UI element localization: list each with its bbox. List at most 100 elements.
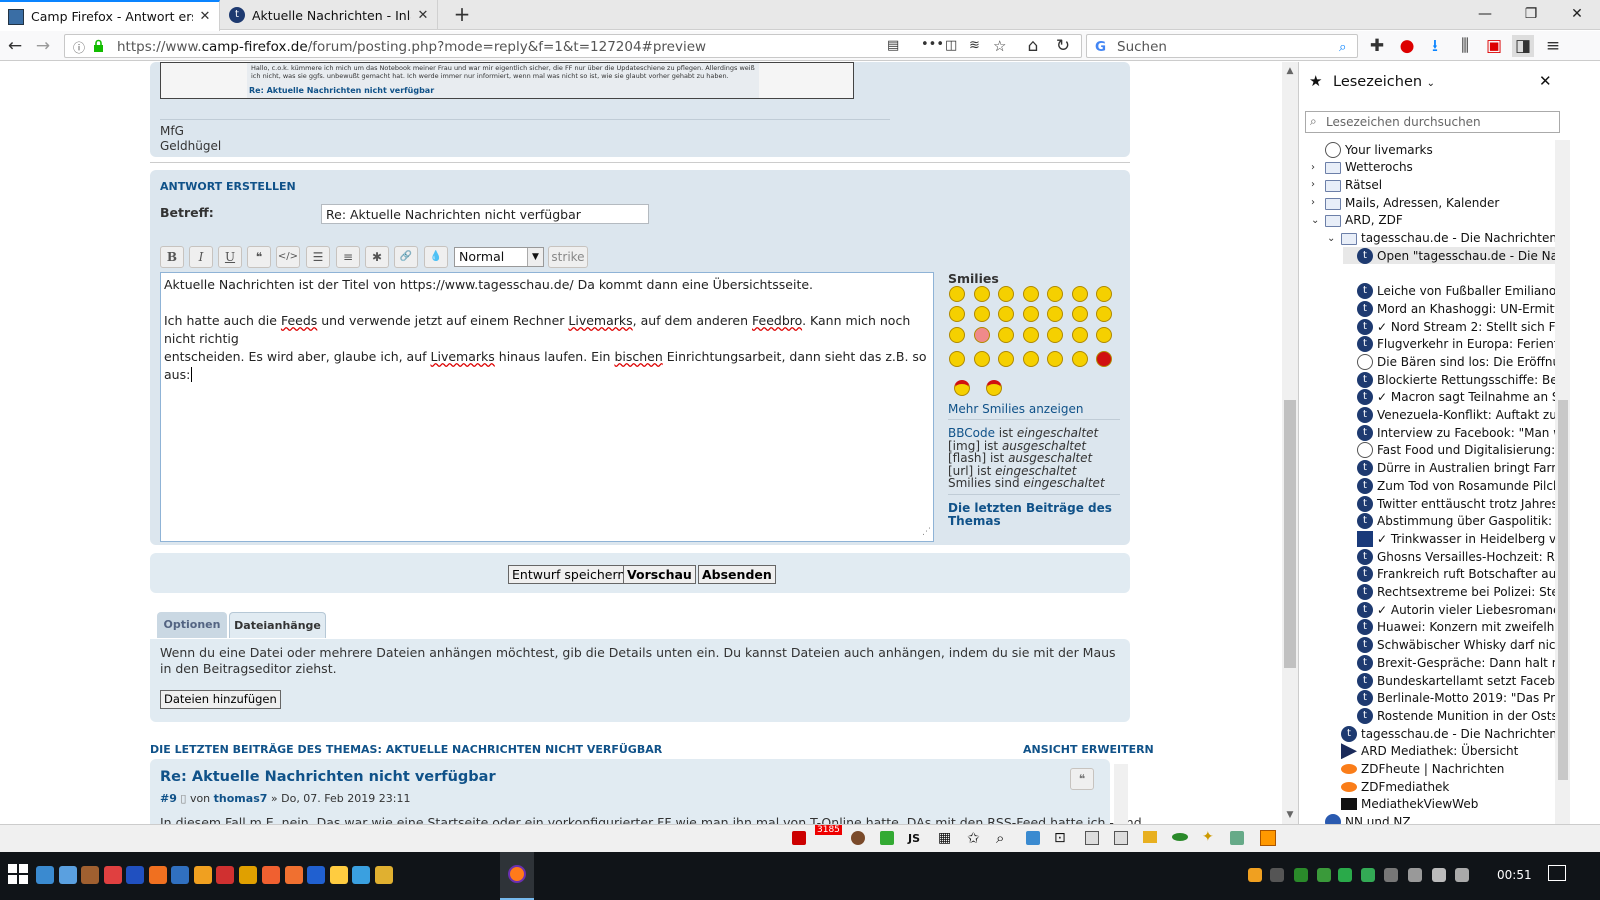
smiley-icon[interactable] — [1023, 306, 1039, 322]
taskbar-app-icon[interactable] — [36, 866, 54, 884]
bookmark-item[interactable]: t Mord an Khashoggi: UN-Ermittle — [1343, 300, 1570, 317]
underline-button[interactable]: U — [218, 246, 242, 268]
tab-options[interactable]: Optionen — [157, 612, 227, 638]
sync-icon[interactable] — [1026, 831, 1040, 845]
sidebar-title[interactable]: Lesezeichen ⌄ — [1333, 74, 1435, 90]
recent-post-title[interactable]: Re: Aktuelle Nachrichten nicht verfügbar — [160, 769, 496, 785]
text-icon[interactable] — [1114, 831, 1128, 845]
bookmark-item[interactable]: › Wetterochs — [1311, 159, 1413, 176]
minimize-button[interactable]: — — [1462, 0, 1508, 30]
expand-view-link[interactable]: ANSICHT ERWEITERN — [1023, 743, 1154, 756]
smiley-icon[interactable] — [1047, 351, 1063, 367]
bookmark-item[interactable]: › Rätsel — [1311, 176, 1382, 193]
info-icon[interactable]: ⓘ — [73, 39, 85, 56]
taskbar-app-icon[interactable] — [149, 866, 167, 884]
bookmark-item[interactable]: t Zum Tod von Rosamunde Pilche — [1343, 477, 1568, 494]
magnifier-icon[interactable]: ⌕ — [996, 829, 1004, 847]
close-tab-icon[interactable]: ✕ — [197, 9, 213, 24]
tray-icon[interactable] — [1317, 868, 1331, 882]
code-button[interactable]: </> — [276, 246, 300, 268]
bookmark-item[interactable]: t Rostende Munition in der Ostsee — [1343, 707, 1570, 724]
search-icon[interactable]: ⌕ — [1339, 39, 1347, 55]
bookmark-item[interactable]: t Frankreich ruft Botschafter aus It — [1343, 566, 1570, 583]
smiley-icon[interactable] — [949, 306, 965, 322]
quote-post-button[interactable]: ❝ — [1070, 768, 1094, 790]
tray-icon[interactable] — [1294, 868, 1308, 882]
library-icon[interactable]: ⫼ — [1454, 35, 1476, 57]
taskbar-app-icon[interactable] — [81, 866, 99, 884]
smiley-icon[interactable] — [949, 286, 965, 302]
smiley-icon[interactable] — [998, 327, 1014, 343]
list-item-button[interactable]: ✱ — [365, 246, 389, 268]
bold-button[interactable]: B — [160, 246, 184, 268]
smiley-icon[interactable] — [998, 306, 1014, 322]
smiley-icon[interactable] — [1047, 306, 1063, 322]
downloads-icon[interactable]: ⭳ — [1424, 35, 1446, 57]
bookmark-item[interactable]: ARD Mediathek: Übersicht — [1327, 743, 1518, 760]
smiley-icon[interactable] — [998, 351, 1014, 367]
sidebar-scroll-thumb[interactable] — [1558, 400, 1568, 780]
bookmark-item[interactable]: t Flugverkehr in Europa: Ferienflie — [1343, 336, 1570, 353]
smiley-icon[interactable] — [1047, 327, 1063, 343]
taskbar-app-icon[interactable] — [262, 866, 280, 884]
quote-button[interactable]: ❝ — [247, 246, 271, 268]
post-author[interactable]: thomas7 — [214, 792, 268, 805]
bookmark-item[interactable]: › Mails, Adressen, Kalender — [1311, 194, 1499, 211]
smiley-icon[interactable] — [954, 380, 970, 396]
scroll-down-icon[interactable]: ▼ — [1282, 810, 1298, 820]
new-tab-button[interactable]: + — [450, 3, 474, 27]
bookmark-item[interactable]: ZDFheute | Nachrichten — [1327, 761, 1504, 778]
font-color-button[interactable]: 💧 — [424, 246, 448, 268]
bookmark-item[interactable]: t ✓ Macron sagt Teilnahme an Sic — [1343, 389, 1569, 406]
javascript-toggle[interactable]: JS — [908, 832, 920, 845]
add-files-button[interactable]: Dateien hinzufügen — [160, 690, 281, 709]
smiley-icon[interactable] — [1072, 327, 1088, 343]
sidebar-toggle-icon[interactable]: ◨ — [1512, 35, 1534, 57]
back-button[interactable]: ← — [4, 35, 26, 57]
star-addon-icon[interactable]: ✩ — [967, 829, 980, 847]
bookmark-star-icon[interactable]: ☆ — [993, 37, 1006, 55]
page-actions-icon[interactable]: ••• — [921, 37, 944, 52]
smiley-icon[interactable] — [986, 380, 1002, 396]
bookmark-item[interactable]: t Bundeskartellamt setzt Facebook — [1343, 672, 1570, 689]
taskbar-app-icon[interactable] — [307, 866, 325, 884]
smiley-icon[interactable] — [974, 327, 990, 343]
bookmark-item[interactable]: t Open "tagesschau.de - Die Nach — [1343, 247, 1570, 265]
list-button[interactable]: ☰ — [306, 246, 330, 268]
cookie-icon[interactable] — [851, 831, 865, 845]
close-tab-icon[interactable]: ✕ — [415, 8, 431, 23]
reader-view-icon[interactable]: ▤ — [887, 38, 899, 53]
scroll-thumb[interactable] — [1284, 400, 1296, 668]
expand-arrow-icon[interactable]: › — [1311, 162, 1321, 173]
tray-icon[interactable] — [1361, 868, 1375, 882]
bookmark-item[interactable]: t ✓ Nord Stream 2: Stellt sich Fran — [1343, 318, 1570, 335]
smiley-icon[interactable] — [1023, 286, 1039, 302]
lock-icon[interactable] — [93, 38, 104, 52]
search-addon-icon[interactable] — [1260, 830, 1276, 846]
more-smilies-link[interactable]: Mehr Smilies anzeigen — [948, 402, 1083, 416]
scroll-up-icon[interactable]: ▲ — [1282, 66, 1298, 76]
smiley-icon[interactable] — [974, 351, 990, 367]
bookmark-item[interactable]: ⌄ ARD, ZDF — [1311, 212, 1403, 229]
taskbar-app-icon[interactable] — [171, 866, 189, 884]
smiley-icon[interactable] — [1047, 286, 1063, 302]
extension-puzzle-icon[interactable]: ✚ — [1366, 35, 1388, 57]
recent-post-scrollbar[interactable] — [1114, 764, 1128, 824]
shield-icon[interactable] — [792, 831, 806, 845]
notifications-icon[interactable] — [1548, 865, 1566, 881]
save-draft-button[interactable]: Entwurf speichern — [508, 565, 630, 584]
turtle-icon[interactable] — [1172, 833, 1188, 841]
bookmark-item[interactable]: t Blockierte Rettungsschiffe: Berlin — [1343, 371, 1570, 388]
taskbar-app-icon[interactable] — [104, 866, 122, 884]
translate-icon[interactable] — [1085, 831, 1099, 845]
taskbar-app-icon[interactable] — [375, 866, 393, 884]
bookmark-item[interactable]: t Schwäbischer Whisky darf nicht — [1343, 637, 1568, 654]
tray-icon[interactable] — [1384, 868, 1398, 882]
tab-attachments[interactable]: Dateianhänge — [229, 612, 326, 638]
smiley-icon[interactable] — [1096, 286, 1112, 302]
taskbar-app-icon[interactable] — [216, 866, 234, 884]
maximize-button[interactable]: ❐ — [1508, 0, 1554, 30]
bookmark-item[interactable]: t Abstimmung über Gaspolitik: Vo — [1343, 513, 1570, 530]
bookmark-item[interactable]: t Brexit-Gespräche: Dann halt noc — [1343, 654, 1570, 671]
reload-icon[interactable]: ↻ — [1052, 35, 1074, 57]
